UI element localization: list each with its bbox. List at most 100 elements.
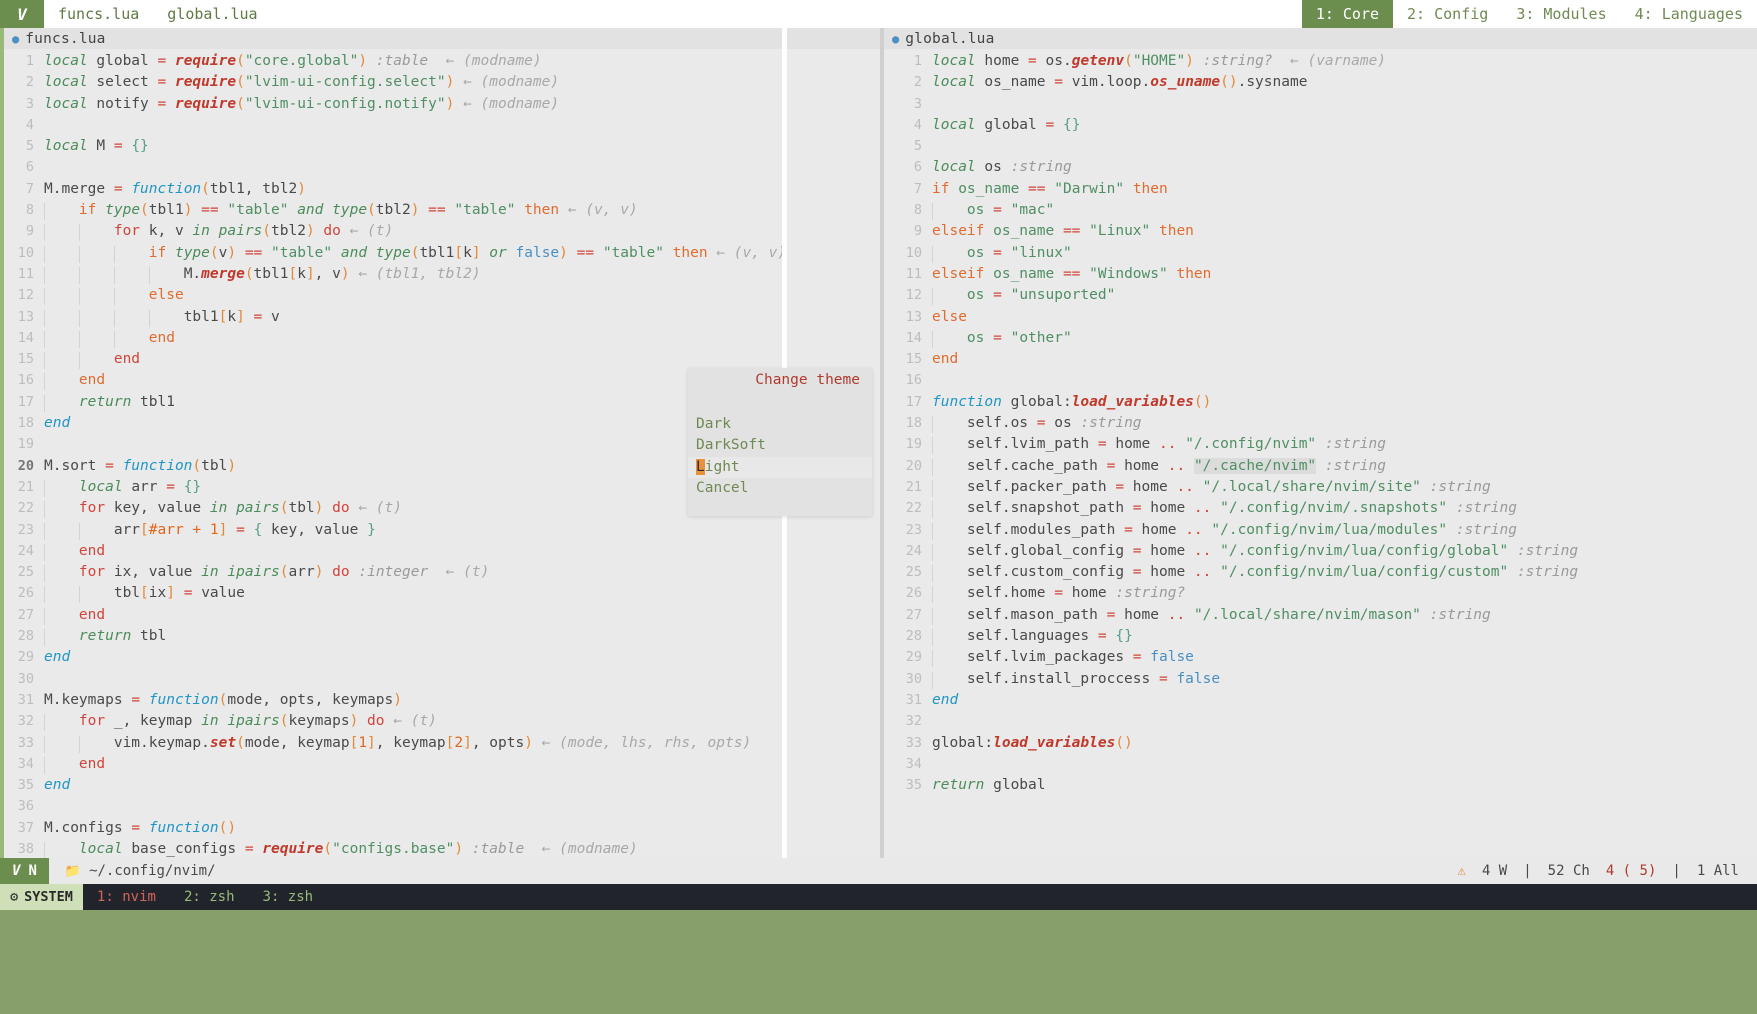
code-line[interactable]: 7 if os_name == "Darwin" then — [884, 179, 1757, 200]
popup-item-dark[interactable]: Dark — [688, 414, 872, 435]
indent-guide — [78, 309, 115, 327]
indent-guide — [44, 714, 80, 732]
code-line[interactable]: 33 vim.keymap.set(mode, keymap[1], keyma… — [4, 733, 880, 754]
code-line[interactable]: 2 local os_name = vim.loop.os_uname().sys… — [884, 72, 1757, 93]
popup-item-cancel[interactable]: Cancel — [688, 478, 872, 499]
code-token: for — [113, 223, 149, 240]
popup-item-label: Cancel — [696, 479, 749, 496]
code-line[interactable]: 10 if type(v) == "table" and type(tbl1[k… — [4, 243, 880, 264]
code-line[interactable]: 27 self.mason_path = home .. "/.local/sh… — [884, 605, 1757, 626]
code-token: ← (t) — [349, 500, 402, 517]
code-line[interactable]: 26 self.home = home :string? — [884, 583, 1757, 604]
line-number: 23 — [17, 521, 34, 538]
code-token: end — [932, 691, 959, 708]
tab-languages[interactable]: 4: Languages — [1621, 0, 1757, 28]
code-line[interactable]: 26 tbl[ix] = value — [4, 583, 880, 604]
code-line[interactable]: 32 — [884, 711, 1757, 732]
code-token: "/.config/nvim" — [1185, 436, 1317, 453]
code-line[interactable]: 33 global:load_variables() — [884, 733, 1757, 754]
code-line[interactable]: 35 return global — [884, 775, 1757, 796]
change-theme-popup[interactable]: Change theme Dark DarkSoft Light Cancel — [688, 368, 872, 516]
code-line[interactable]: 9 for k, v in pairs(tbl2) do ← (t) — [4, 221, 880, 242]
code-line[interactable]: 25 for ix, value in ipairs(arr) do :inte… — [4, 562, 880, 583]
tab-core[interactable]: 1: Core — [1301, 0, 1394, 28]
code-line[interactable]: 15 end — [884, 349, 1757, 370]
code-token: for — [78, 564, 114, 581]
tmux-window-zsh-3[interactable]: 3: zsh — [249, 889, 328, 905]
code-line[interactable]: 1 local global = require("core.global") :… — [4, 51, 880, 72]
code-line[interactable]: 10 os = "linux" — [884, 243, 1757, 264]
code-line[interactable]: 18 self.os = os :string — [884, 413, 1757, 434]
code-line[interactable]: 30 — [4, 669, 880, 690]
code-line[interactable]: 4 — [4, 115, 880, 136]
code-line[interactable]: 28 return tbl — [4, 626, 880, 647]
code-line[interactable]: 3 — [884, 94, 1757, 115]
code-line[interactable]: 11 elseif os_name == "Windows" then — [884, 264, 1757, 285]
code-line[interactable]: 14 end — [4, 328, 880, 349]
code-text: if type(v) == "table" and type(tbl1[k] o… — [44, 243, 880, 264]
code-line[interactable]: 27 end — [4, 605, 880, 626]
code-line[interactable]: 37 M.configs = function() — [4, 818, 880, 839]
code-line[interactable]: 29 self.lvim_packages = false — [884, 647, 1757, 668]
code-line[interactable]: 34 end — [4, 754, 880, 775]
code-line[interactable]: 6 — [4, 157, 880, 178]
code-token: type — [332, 202, 368, 219]
code-line[interactable]: 31 end — [884, 690, 1757, 711]
code-line[interactable]: 6 local os :string — [884, 157, 1757, 178]
code-line[interactable]: 22 self.snapshot_path = home .. "/.confi… — [884, 498, 1757, 519]
line-number: 17 — [17, 393, 34, 410]
buffer-tab-funcs[interactable]: funcs.lua — [44, 0, 153, 28]
code-line[interactable]: 28 self.languages = {} — [884, 626, 1757, 647]
code-line[interactable]: 17 function global:load_variables() — [884, 392, 1757, 413]
code-line[interactable]: 36 — [4, 796, 880, 817]
code-line[interactable]: 1 local home = os.getenv("HOME") :string?… — [884, 51, 1757, 72]
code-line[interactable]: 5 — [884, 136, 1757, 157]
tab-config[interactable]: 2: Config — [1393, 0, 1502, 28]
code-line[interactable]: 3 local notify = require("lvim-ui-config.… — [4, 94, 880, 115]
code-line[interactable]: 13 tbl1[k] = v — [4, 307, 880, 328]
code-line[interactable]: 8 if type(tbl1) == "table" and type(tbl2… — [4, 200, 880, 221]
tmux-session-name: SYSTEM — [24, 889, 73, 905]
code-token: local — [932, 159, 985, 176]
code-line[interactable]: 12 os = "unsuported" — [884, 285, 1757, 306]
code-line[interactable]: 30 self.install_proccess = false — [884, 669, 1757, 690]
code-line[interactable]: 31 M.keymaps = function(mode, opts, keyma… — [4, 690, 880, 711]
code-line[interactable]: 24 self.global_config = home .. "/.confi… — [884, 541, 1757, 562]
popup-item-light[interactable]: Light — [688, 456, 872, 478]
code-line[interactable]: 34 — [884, 754, 1757, 775]
code-line[interactable]: 7 M.merge = function(tbl1, tbl2) — [4, 179, 880, 200]
code-line[interactable]: 2 local select = require("lvim-ui-config.… — [4, 72, 880, 93]
buffer-tab-global[interactable]: global.lua — [153, 0, 271, 28]
code-line[interactable]: 32 for _, keymap in ipairs(keymaps) do ←… — [4, 711, 880, 732]
code-line[interactable]: 24 end — [4, 541, 880, 562]
code-line[interactable]: 25 self.custom_config = home .. "/.confi… — [884, 562, 1757, 583]
code-area-right[interactable]: 1 local home = os.getenv("HOME") :string?… — [884, 49, 1757, 796]
code-line[interactable]: 14 os = "other" — [884, 328, 1757, 349]
tab-modules[interactable]: 3: Modules — [1502, 0, 1620, 28]
code-line[interactable]: 8 os = "mac" — [884, 200, 1757, 221]
tmux-window-nvim[interactable]: 1: nvim — [83, 889, 170, 905]
code-line[interactable]: 5 local M = {} — [4, 136, 880, 157]
code-line[interactable]: 21 self.packer_path = home .. "/.local/s… — [884, 477, 1757, 498]
code-line[interactable]: 9 elseif os_name == "Linux" then — [884, 221, 1757, 242]
code-line[interactable]: 19 self.lvim_path = home .. "/.config/nv… — [884, 434, 1757, 455]
indent-guide — [932, 245, 968, 263]
code-line[interactable]: 4 local global = {} — [884, 115, 1757, 136]
code-line[interactable]: 11 M.merge(tbl1[k], v) ← (tbl1, tbl2) — [4, 264, 880, 285]
statusline-separator: | — [1523, 863, 1532, 879]
code-line[interactable]: 13 else — [884, 307, 1757, 328]
tmux-window-zsh-2[interactable]: 2: zsh — [170, 889, 249, 905]
code-line[interactable]: 23 arr[#arr + 1] = { key, value } — [4, 520, 880, 541]
editor-pane-right[interactable]: ● global.lua 1 local home = os.getenv("HO… — [880, 28, 1757, 858]
indent-guide — [44, 565, 80, 583]
code-line[interactable]: 35 end — [4, 775, 880, 796]
code-line[interactable]: 23 self.modules_path = home .. "/.config… — [884, 520, 1757, 541]
code-line[interactable]: 29 end — [4, 647, 880, 668]
code-line[interactable]: 38 local base_configs = require("configs… — [4, 839, 880, 858]
code-token: = — [993, 244, 1011, 261]
code-line[interactable]: 16 — [884, 370, 1757, 391]
code-token: "/.local/share/nvim/site" — [1202, 478, 1421, 495]
popup-item-darksoft[interactable]: DarkSoft — [688, 435, 872, 456]
code-line[interactable]: 20 self.cache_path = home .. "/.cache/nv… — [884, 456, 1757, 477]
code-line[interactable]: 12 else — [4, 285, 880, 306]
